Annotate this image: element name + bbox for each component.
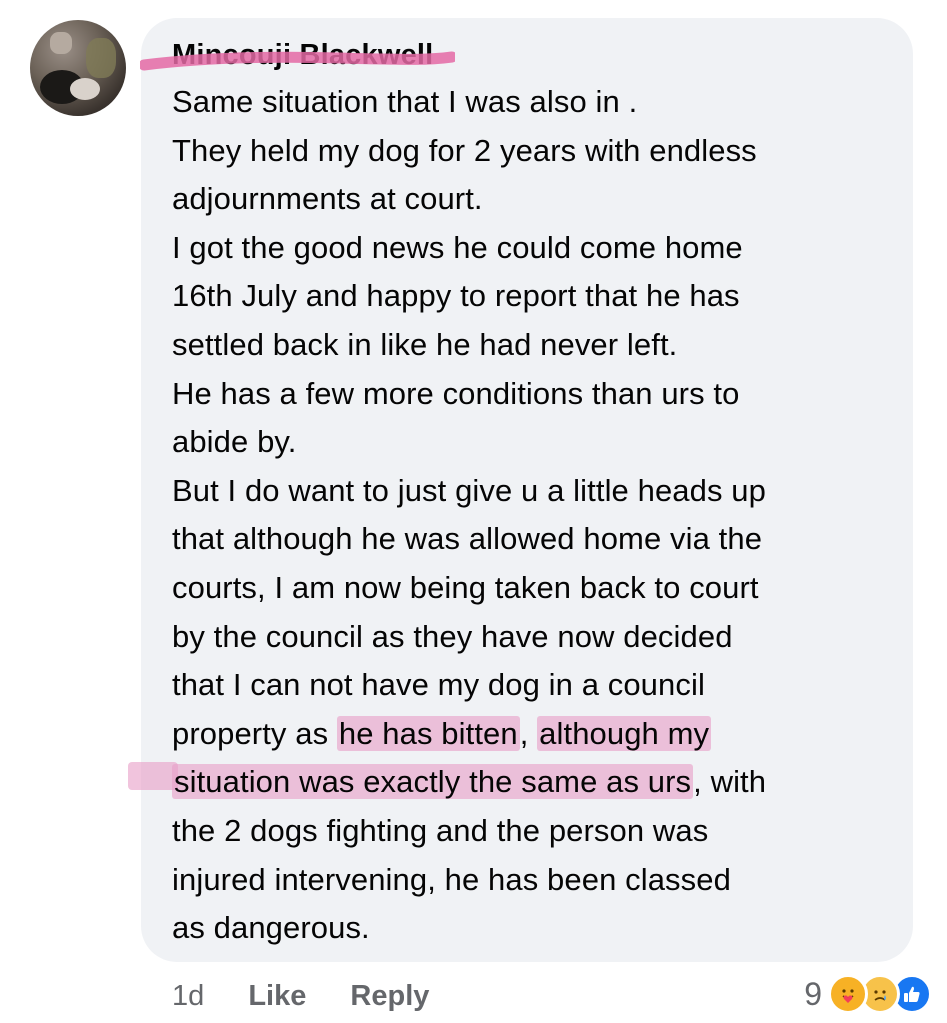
- comment-line: the 2 dogs fighting and the person was: [172, 812, 709, 848]
- highlighted-text: although my: [537, 715, 712, 751]
- comment-line: courts, I am now being taken back to cou…: [172, 569, 759, 605]
- avatar-detail: [86, 38, 116, 78]
- comment-body: Same situation that I was also in . They…: [172, 78, 902, 953]
- reactions-summary[interactable]: 9: [804, 970, 932, 1018]
- line-text: , with: [693, 764, 767, 800]
- comment-line: property as he has bitten, although my: [172, 710, 902, 759]
- comment-line: that I can not have my dog in a council: [172, 667, 705, 703]
- author-redaction-scribble: [140, 51, 455, 71]
- line-text: property as: [172, 715, 337, 751]
- comment-line: adjournments at court.: [172, 181, 483, 217]
- comment-line: situation was exactly the same as urs, w…: [172, 758, 902, 807]
- highlight-mark: [128, 762, 178, 790]
- highlighted-text: he has bitten: [336, 715, 520, 751]
- care-icon: [828, 974, 868, 1014]
- avatar-detail: [50, 32, 72, 54]
- reaction-count: 9: [804, 975, 822, 1012]
- comment-line: by the council as they have now decided: [172, 618, 733, 654]
- comment-time[interactable]: 1d: [172, 980, 204, 1012]
- comment-line: settled back in like he had never left.: [172, 326, 678, 362]
- line-text: ,: [519, 715, 538, 751]
- comment-line: He has a few more conditions than urs to: [172, 375, 740, 411]
- comment-meta: 1d Like Reply: [172, 976, 465, 1016]
- comment-line: injured intervening, he has been classed: [172, 861, 731, 897]
- comment-thread: Mincouji Blackwell Same situation that I…: [0, 0, 947, 1023]
- avatar-detail: [70, 78, 100, 100]
- comment-line: 16th July and happy to report that he ha…: [172, 278, 740, 314]
- comment-line: But I do want to just give u a little he…: [172, 472, 766, 508]
- comment-line: as dangerous.: [172, 910, 370, 946]
- comment-line: abide by.: [172, 424, 297, 460]
- highlighted-text: situation was exactly the same as urs: [172, 764, 694, 800]
- reply-button[interactable]: Reply: [350, 980, 429, 1012]
- like-button[interactable]: Like: [248, 980, 306, 1012]
- comment-line: that although he was allowed home via th…: [172, 521, 763, 557]
- comment-line: Same situation that I was also in .: [172, 84, 638, 119]
- comment-line: I got the good news he could come home: [172, 229, 743, 265]
- comment-line: They held my dog for 2 years with endles…: [172, 132, 757, 168]
- avatar[interactable]: [30, 20, 126, 116]
